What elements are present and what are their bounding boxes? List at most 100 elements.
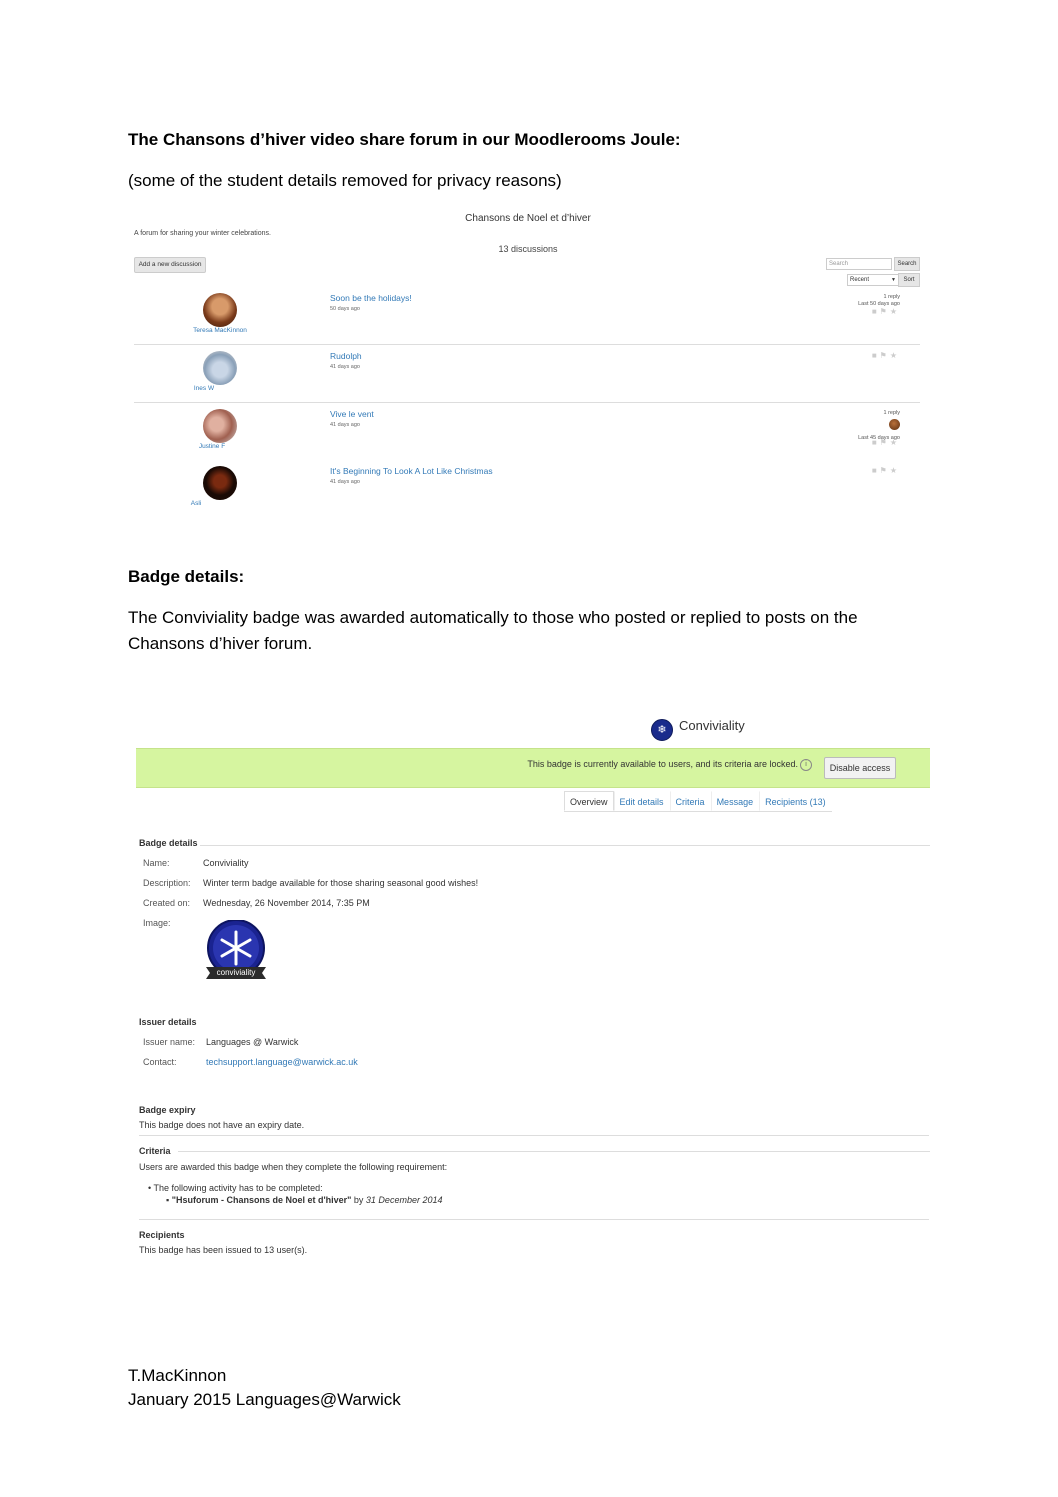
avatar xyxy=(203,409,237,443)
image-label: Image: xyxy=(143,918,171,928)
forum-screenshot: Chansons de Noel et d’hiver A forum for … xyxy=(128,205,928,525)
criteria-date: 31 December 2014 xyxy=(365,1195,443,1205)
status-bar: This badge is currently available to use… xyxy=(136,748,930,788)
by-text: by xyxy=(351,1195,366,1205)
search-button[interactable]: Search xyxy=(894,257,920,271)
discussion-age: 41 days ago xyxy=(330,364,360,370)
discussion-row[interactable]: Asli It's Beginning To Look A Lot Like C… xyxy=(134,460,920,517)
star-icon[interactable]: ★ xyxy=(890,307,900,316)
flag-icon[interactable]: ⚑ xyxy=(880,351,890,360)
name-value: Conviviality xyxy=(203,858,249,868)
discussion-title[interactable]: Vive le vent xyxy=(330,409,374,419)
author-name[interactable]: Justine F xyxy=(132,443,292,450)
discussion-title[interactable]: Soon be the holidays! xyxy=(330,293,412,303)
info-icon[interactable]: i xyxy=(800,759,812,771)
search-input[interactable]: Search xyxy=(826,258,892,270)
action-icons[interactable]: ■⚑★ xyxy=(872,466,900,475)
avatar xyxy=(889,419,900,430)
snowflake-icon: ❄ xyxy=(651,719,673,741)
description-label: Description: xyxy=(143,878,191,888)
divider xyxy=(178,1151,930,1152)
forum-description: A forum for sharing your winter celebrat… xyxy=(134,230,271,237)
discussion-row[interactable]: Teresa MacKinnon Soon be the holidays! 5… xyxy=(134,289,920,346)
criteria-text: Users are awarded this badge when they c… xyxy=(139,1162,448,1172)
name-label: Name: xyxy=(143,858,170,868)
author-line: T.MacKinnon xyxy=(128,1366,227,1385)
sort-button[interactable]: Sort xyxy=(898,273,920,287)
sort-select[interactable]: Recent ▼ xyxy=(847,274,899,286)
divider xyxy=(200,845,930,846)
flag-icon[interactable]: ⚑ xyxy=(880,466,890,475)
date-line: January 2015 Languages@Warwick xyxy=(128,1390,401,1409)
badge-details-heading: Badge details xyxy=(139,838,198,848)
reply-count[interactable]: 1 reply xyxy=(858,410,900,417)
created-label: Created on: xyxy=(143,898,191,908)
divider xyxy=(139,1135,929,1136)
issuer-name-label: Issuer name: xyxy=(143,1037,196,1047)
star-icon[interactable]: ★ xyxy=(890,351,900,360)
badge-tabs: Overview Edit details Criteria Message R… xyxy=(564,791,832,812)
forum-heading: The Chansons d’hiver video share forum i… xyxy=(128,130,681,149)
tab-message[interactable]: Message xyxy=(710,791,760,811)
flag-icon[interactable]: ⚑ xyxy=(880,438,890,447)
action-icons[interactable]: ■⚑★ xyxy=(872,307,900,316)
criteria-bullet: • The following activity has to be compl… xyxy=(148,1183,323,1193)
bookmark-icon[interactable]: ■ xyxy=(872,466,880,475)
flag-icon[interactable]: ⚑ xyxy=(880,307,890,316)
discussion-age: 41 days ago xyxy=(330,479,360,485)
add-discussion-button[interactable]: Add a new discussion xyxy=(134,257,206,273)
created-value: Wednesday, 26 November 2014, 7:35 PM xyxy=(203,898,370,908)
discussion-row[interactable]: Ines W Rudolph 41 days ago ■⚑★ xyxy=(134,344,920,402)
sort-value: Recent xyxy=(850,277,870,283)
tab-overview[interactable]: Overview xyxy=(564,791,614,811)
chevron-down-icon: ▼ xyxy=(891,277,896,283)
tab-recipients[interactable]: Recipients (13) xyxy=(759,791,832,811)
privacy-note: (some of the student details removed for… xyxy=(128,171,562,190)
bookmark-icon[interactable]: ■ xyxy=(872,351,880,360)
avatar xyxy=(203,466,237,500)
criteria-heading: Criteria xyxy=(139,1146,171,1156)
avatar xyxy=(203,293,237,327)
description-value: Winter term badge available for those sh… xyxy=(203,878,479,888)
bookmark-icon[interactable]: ■ xyxy=(872,307,880,316)
action-icons[interactable]: ■⚑★ xyxy=(872,351,900,360)
expiry-heading: Badge expiry xyxy=(139,1105,196,1115)
recipients-text: This badge has been issued to 13 user(s)… xyxy=(139,1245,308,1255)
discussion-title[interactable]: Rudolph xyxy=(330,351,362,361)
expiry-text: This badge does not have an expiry date. xyxy=(139,1120,305,1130)
discussion-count: 13 discussions xyxy=(498,244,558,254)
action-icons[interactable]: ■⚑★ xyxy=(872,438,900,447)
star-icon[interactable]: ★ xyxy=(890,438,900,447)
recipients-heading: Recipients xyxy=(139,1230,185,1240)
disable-access-button[interactable]: Disable access xyxy=(824,757,896,779)
badge-screenshot: ❄ Conviviality This badge is currently a… xyxy=(128,712,934,1272)
status-message: This badge is currently available to use… xyxy=(527,759,798,769)
tab-edit-details[interactable]: Edit details xyxy=(613,791,670,811)
bookmark-icon[interactable]: ■ xyxy=(872,438,880,447)
activity-name[interactable]: "Hsuforum - Chansons de Noel et d'hiver" xyxy=(172,1195,352,1205)
discussion-title[interactable]: It's Beginning To Look A Lot Like Christ… xyxy=(330,466,493,476)
issuer-heading: Issuer details xyxy=(139,1017,197,1027)
forum-title: Chansons de Noel et d’hiver xyxy=(465,213,591,224)
author-name[interactable]: Asli xyxy=(116,500,276,507)
criteria-sub-bullet: ▪ "Hsuforum - Chansons de Noel et d'hive… xyxy=(166,1195,443,1205)
footer: T.MacKinnon January 2015 Languages@Warwi… xyxy=(128,1364,401,1412)
author-name[interactable]: Teresa MacKinnon xyxy=(140,327,300,334)
star-icon[interactable]: ★ xyxy=(890,466,900,475)
badge-heading: Badge details: xyxy=(128,567,245,586)
tab-criteria[interactable]: Criteria xyxy=(669,791,711,811)
divider xyxy=(139,1219,929,1220)
badge-image: conviviality xyxy=(206,919,266,984)
badge-title: Conviviality xyxy=(679,718,745,733)
badge-paragraph: The Conviviality badge was awarded autom… xyxy=(128,608,858,653)
badge-image-caption: conviviality xyxy=(216,968,256,977)
author-name[interactable]: Ines W xyxy=(124,385,284,392)
discussion-age: 41 days ago xyxy=(330,422,360,428)
issuer-name-value: Languages @ Warwick xyxy=(206,1037,299,1047)
discussion-row[interactable]: Justine F Vive le vent 41 days ago 1 rep… xyxy=(134,402,920,460)
discussion-age: 50 days ago xyxy=(330,306,360,312)
contact-label: Contact: xyxy=(143,1057,177,1067)
contact-email-link[interactable]: techsupport.language@warwick.ac.uk xyxy=(206,1057,358,1067)
reply-count[interactable]: 1 reply xyxy=(858,294,900,301)
avatar xyxy=(203,351,237,385)
